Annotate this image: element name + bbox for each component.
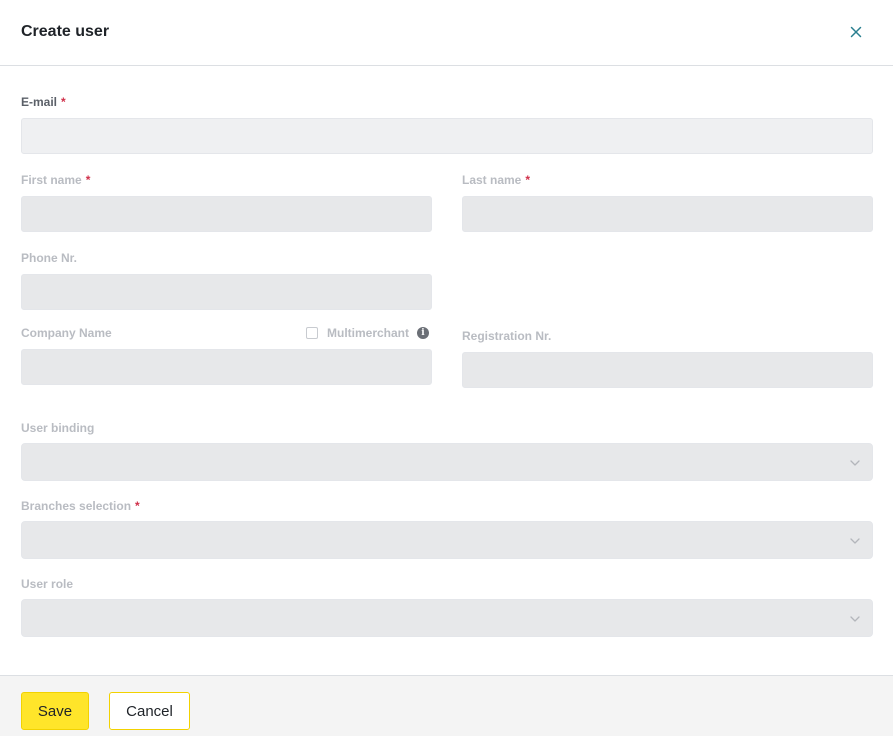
last-name-label: Last name * (462, 173, 531, 187)
required-marker: * (85, 173, 91, 187)
user-role-select[interactable] (21, 599, 873, 637)
multimerchant-label: Multimerchant (327, 326, 410, 340)
save-button[interactable]: Save (21, 692, 89, 730)
phone-input[interactable] (21, 274, 432, 310)
multimerchant-checkbox[interactable] (306, 327, 318, 339)
first-name-input[interactable] (21, 196, 432, 232)
branches-label: Branches selection * (21, 499, 140, 513)
company-name-label: Company Name (21, 326, 112, 340)
dialog-header: Create user (0, 0, 893, 66)
email-input[interactable] (21, 118, 873, 154)
user-role-label: User role (21, 577, 74, 591)
phone-label: Phone Nr. (21, 251, 78, 265)
info-icon[interactable]: i (417, 327, 430, 339)
create-user-dialog: Create user E-mail * First name * Last nam… (0, 0, 893, 736)
chevron-down-icon (850, 460, 860, 466)
last-name-input[interactable] (462, 196, 873, 232)
required-marker: * (61, 95, 66, 109)
required-marker: * (525, 173, 531, 187)
user-binding-select[interactable] (21, 443, 873, 481)
user-binding-label: User binding (21, 421, 95, 435)
company-name-input[interactable] (21, 349, 432, 385)
dialog-title: Create user (21, 23, 110, 40)
registration-label: Registration Nr. (462, 329, 552, 343)
chevron-down-icon (850, 616, 860, 622)
first-name-label: First name * (21, 173, 91, 187)
email-label: E-mail * (21, 95, 66, 109)
cancel-button[interactable]: Cancel (109, 692, 190, 730)
multimerchant-option: Multimerchant i (306, 325, 430, 341)
registration-input[interactable] (462, 352, 873, 388)
required-marker: * (135, 499, 140, 513)
dialog-footer: Save Cancel (0, 675, 893, 736)
close-button[interactable] (846, 22, 866, 42)
chevron-down-icon (850, 538, 860, 544)
close-icon (850, 26, 862, 38)
branches-select[interactable] (21, 521, 873, 559)
